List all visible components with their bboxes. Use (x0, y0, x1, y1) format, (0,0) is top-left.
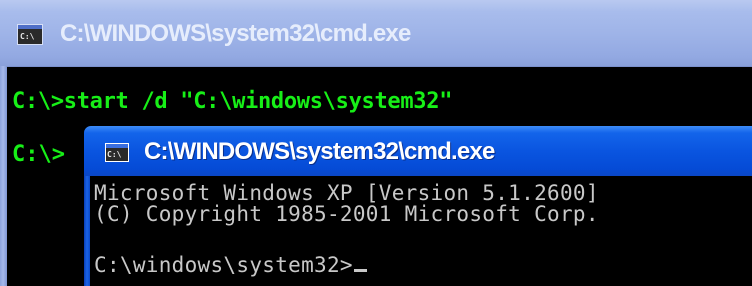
foreground-console-area[interactable]: Microsoft Windows XP [Version 5.1.2600] … (90, 176, 752, 286)
console-line: C:\>start /d "C:\windows\system32" (12, 89, 453, 114)
console-line: (C) Copyright 1985-2001 Microsoft Corp. (94, 202, 599, 226)
foreground-window-titlebar[interactable]: C:\ C:\WINDOWS\system32\cmd.exe (84, 126, 752, 176)
console-prompt: C:\> (12, 142, 65, 167)
text-cursor (353, 269, 367, 272)
console-icon: C:\ (105, 143, 129, 162)
console-icon: C:\ (17, 24, 43, 45)
background-window-titlebar[interactable]: C:\ C:\WINDOWS\system32\cmd.exe (0, 0, 752, 67)
foreground-cmd-window[interactable]: C:\ C:\WINDOWS\system32\cmd.exe Microsof… (84, 126, 752, 286)
background-window-frame (0, 66, 7, 286)
foreground-window-title: C:\WINDOWS\system32\cmd.exe (144, 138, 495, 165)
svg-text:C:\: C:\ (20, 32, 35, 41)
svg-text:C:\: C:\ (107, 150, 122, 159)
background-window-title: C:\WINDOWS\system32\cmd.exe (60, 20, 411, 47)
console-prompt-line: C:\windows\system32> (94, 253, 367, 277)
console-prompt: C:\windows\system32> (94, 253, 353, 277)
